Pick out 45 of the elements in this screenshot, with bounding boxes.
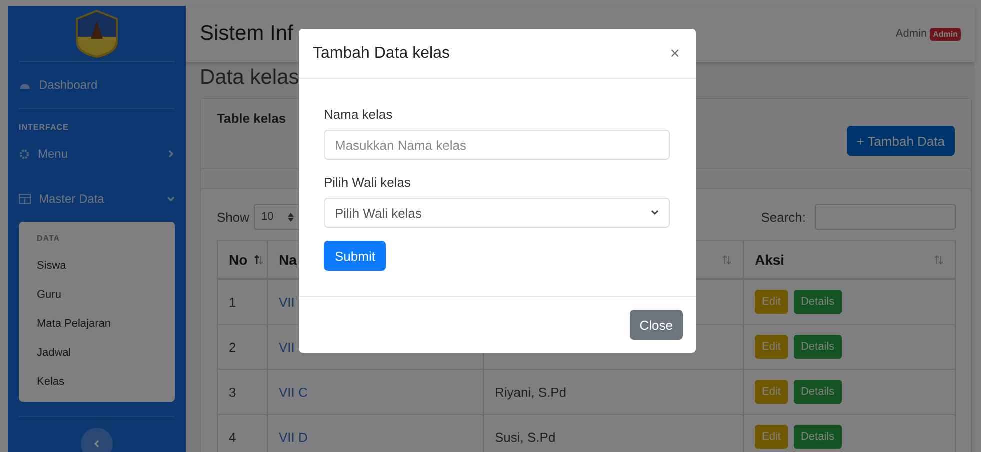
user-name[interactable]: Admin xyxy=(896,28,928,40)
details-button[interactable]: Details xyxy=(794,425,842,449)
search-label: Search: xyxy=(761,210,806,224)
class-link[interactable]: VII D xyxy=(279,430,308,444)
sidebar-link[interactable]: Menu xyxy=(19,132,175,176)
class-link[interactable]: VII xyxy=(279,294,295,310)
table-cell: 3 xyxy=(229,384,236,400)
sidebar-link[interactable]: Master Data xyxy=(19,176,175,222)
modal-title: Tambah Data kelas xyxy=(313,44,450,62)
field-label: Pilih Wali kelas xyxy=(324,175,412,190)
table-cell: Riyani, S.Pd xyxy=(495,384,567,400)
submenu-item[interactable]: Guru xyxy=(37,280,175,309)
details-button[interactable]: Details xyxy=(794,335,842,359)
field-label: Nama kelas xyxy=(324,107,394,122)
close-button[interactable]: Close xyxy=(630,310,683,340)
submenu-heading: DATA xyxy=(37,234,60,243)
column-header[interactable]: Aksi xyxy=(744,241,955,278)
submenu-item[interactable]: Siswa xyxy=(37,251,175,280)
input-field[interactable]: Masukkan Nama kelas xyxy=(324,130,670,160)
edit-button[interactable]: Edit xyxy=(755,335,788,359)
column-header[interactable]: No xyxy=(218,241,268,278)
add-data-button[interactable]: + Tambah Data xyxy=(846,126,955,156)
page-heading: Data kelas xyxy=(200,66,300,90)
edit-button[interactable]: Edit xyxy=(755,425,788,449)
select-field[interactable]: Pilih Wali kelas xyxy=(324,198,670,228)
details-button[interactable]: Details xyxy=(794,290,842,314)
class-link[interactable]: VII C xyxy=(279,384,308,400)
edit-button[interactable]: Edit xyxy=(755,290,788,314)
details-button[interactable]: Details xyxy=(794,380,842,404)
table-cell: 2 xyxy=(229,340,236,354)
table-cell: 1 xyxy=(229,294,236,310)
card-title: Table kelas xyxy=(217,111,286,128)
show-label: Show xyxy=(217,210,250,224)
table-cell: Susi, S.Pd xyxy=(495,430,556,444)
app-title: Sistem Inf xyxy=(200,22,294,46)
sidebar-link[interactable]: Dashboard xyxy=(19,62,175,108)
submenu-item[interactable]: Jadwal xyxy=(37,338,175,367)
role-badge: Admin xyxy=(930,28,961,40)
edit-button[interactable]: Edit xyxy=(755,380,788,404)
table-cell: 4 xyxy=(229,430,236,444)
submit-button[interactable]: Submit xyxy=(324,241,386,271)
submenu-item[interactable]: Kelas xyxy=(37,367,175,396)
submenu-item[interactable]: Mata Pelajaran xyxy=(37,309,175,338)
sidebar-heading: INTERFACE xyxy=(19,123,69,132)
class-link[interactable]: VII xyxy=(279,340,295,354)
